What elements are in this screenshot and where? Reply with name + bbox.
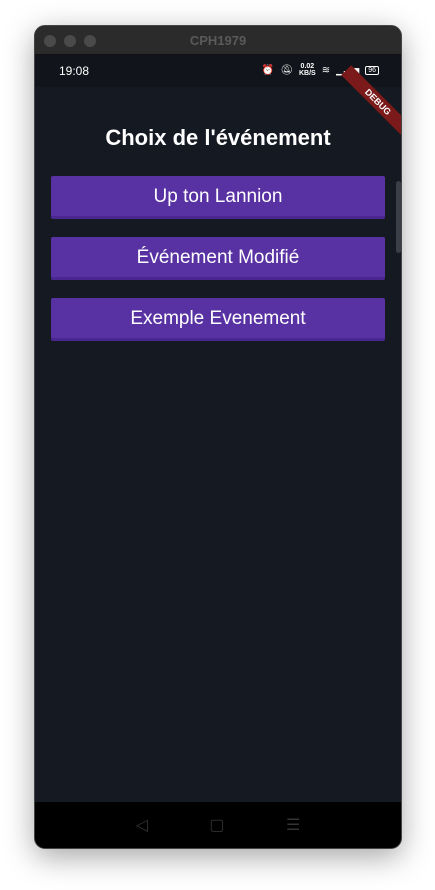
event-button-up-ton-lannion[interactable]: Up ton Lannion bbox=[51, 176, 385, 219]
battery-icon: 96 bbox=[365, 65, 379, 75]
net-speed: 0.02 KB/S bbox=[299, 63, 316, 77]
menu-icon[interactable]: ☰ bbox=[286, 815, 300, 835]
back-icon[interactable]: ◁ bbox=[136, 815, 148, 835]
navigation-bar: ◁ ▢ ☰ bbox=[35, 802, 401, 848]
page-title: Choix de l'événement bbox=[105, 125, 331, 150]
alarm-icon: ⏰ bbox=[261, 64, 275, 76]
wifi-icon: ≋ bbox=[321, 64, 331, 76]
home-icon[interactable]: ▢ bbox=[209, 815, 224, 835]
scrollbar[interactable] bbox=[396, 181, 401, 253]
net-speed-unit: KB/S bbox=[299, 70, 316, 77]
mute-icon: 🔕︎ bbox=[280, 64, 293, 76]
title-bar: CPH1979 bbox=[35, 26, 401, 55]
event-button-evenement-modifie[interactable]: Événement Modifié bbox=[51, 237, 385, 280]
event-button-exemple-evenement[interactable]: Exemple Evenement bbox=[51, 298, 385, 341]
net-speed-value: 0.02 bbox=[300, 63, 315, 70]
window-title: CPH1979 bbox=[189, 33, 247, 48]
status-bar: 19:08 ⏰ 🔕︎ 0.02KB/S ≋ ▁▃▅ 96 DEBUG bbox=[35, 55, 401, 139]
emulator-window: CPH1979 19:08 ⏰ 🔕︎ 0.02KB/S ≋ ▁▃▅ 96 DEB… bbox=[34, 25, 402, 849]
clock: 19:08 bbox=[59, 64, 90, 78]
